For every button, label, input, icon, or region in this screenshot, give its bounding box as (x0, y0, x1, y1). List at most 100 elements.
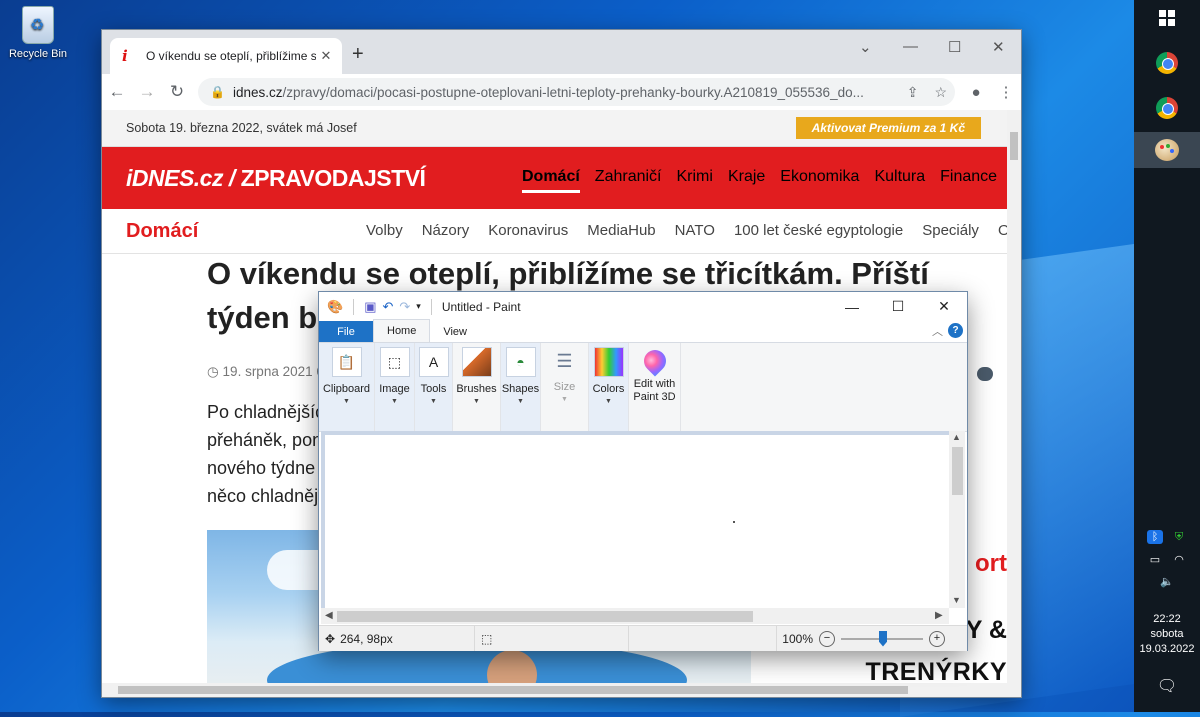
paint-minimize-button[interactable]: — (829, 299, 875, 315)
tab-search-icon[interactable]: ⌄ (859, 38, 872, 56)
file-tab[interactable]: File (319, 321, 373, 342)
logo-text: iDNES.cz (126, 164, 223, 191)
subnav-item[interactable]: Oči (998, 222, 1007, 239)
minimize-button[interactable]: — (903, 38, 918, 55)
paint-statusbar: ✥ 264, 98px ⬚ 100% − + (319, 625, 967, 651)
wifi-icon[interactable]: ◠ (1171, 552, 1187, 566)
new-tab-button[interactable]: + (352, 43, 364, 66)
comment-icon[interactable] (977, 367, 993, 381)
taskbar-chrome[interactable] (1147, 45, 1187, 81)
canvas-vertical-scrollbar[interactable]: ▲ ▼ (949, 431, 965, 608)
scroll-left-icon[interactable]: ◀ (325, 610, 333, 621)
help-icon[interactable]: ? (948, 323, 963, 338)
defender-icon[interactable]: ⛨ (1171, 530, 1187, 544)
nav-item-kultura[interactable]: Kultura (874, 168, 925, 186)
tools-group[interactable]: A Tools ▼ (415, 343, 453, 431)
scroll-up-icon[interactable]: ▲ (952, 432, 961, 442)
site-logo[interactable]: iDNES.cz / ZPRAVODAJSTVÍ (126, 164, 426, 192)
shapes-group[interactable]: ◓ Shapes ▼ (501, 343, 541, 431)
image-group[interactable]: ⬚ Image ▼ (375, 343, 415, 431)
section-title[interactable]: Domácí (126, 220, 198, 243)
subnav-item[interactable]: Speciály (922, 222, 979, 239)
colors-group[interactable]: Colors ▼ (589, 343, 629, 431)
nav-item-krimi[interactable]: Krimi (677, 168, 713, 186)
share-icon[interactable]: ⇪ (907, 84, 919, 101)
paint-app-icon[interactable]: 🎨 (327, 299, 343, 315)
size-icon: ☰ (556, 351, 573, 371)
address-bar[interactable]: 🔒 idnes.cz/zpravy/domaci/pocasi-postupne… (198, 78, 955, 106)
scroll-thumb[interactable] (1010, 132, 1018, 160)
scroll-thumb[interactable] (337, 611, 753, 622)
clipboard-group[interactable]: 📋 Clipboard ▼ (319, 343, 375, 431)
subnav-item[interactable]: Volby (366, 222, 403, 239)
home-tab[interactable]: Home (373, 319, 431, 342)
clock[interactable]: 22:22 sobota 19.03.2022 (1134, 612, 1200, 657)
paint-ribbon: 📋 Clipboard ▼ ⬚ Image ▼ A Tools ▼ Brushe… (319, 343, 967, 432)
menu-kebab-icon[interactable]: ⋮ (991, 83, 1021, 101)
nav-item-ekonomika[interactable]: Ekonomika (780, 168, 859, 186)
ad-text-1: ort (975, 550, 1007, 577)
brushes-group[interactable]: Brushes ▼ (453, 343, 501, 431)
subnav-item[interactable]: NATO (675, 222, 715, 239)
scroll-down-icon[interactable]: ▼ (952, 595, 961, 605)
chevron-down-icon: ▼ (430, 398, 437, 405)
scroll-thumb[interactable] (952, 447, 963, 495)
paint-close-button[interactable]: ✕ (921, 298, 967, 315)
paint-maximize-button[interactable]: ☐ (875, 298, 921, 315)
group-label: Image (379, 383, 410, 395)
volume-icon[interactable]: 🔈 (1159, 574, 1175, 588)
subnav-item[interactable]: Názory (422, 222, 470, 239)
collapse-ribbon-icon[interactable]: ︿ (932, 323, 943, 339)
drawing-canvas[interactable] (325, 435, 949, 608)
page-horizontal-scrollbar[interactable] (102, 683, 1021, 697)
close-tab-icon[interactable]: ✕ (316, 48, 336, 64)
notification-center-icon[interactable]: 🗨 (1134, 676, 1200, 696)
taskbar-paint[interactable] (1134, 132, 1200, 168)
clock-icon: ◷ (207, 364, 219, 379)
canvas-horizontal-scrollbar[interactable]: ◀ ▶ (321, 608, 949, 624)
scroll-thumb[interactable] (118, 686, 908, 694)
profile-avatar-icon[interactable]: ● (961, 84, 991, 101)
scroll-right-icon[interactable]: ▶ (935, 610, 943, 621)
start-button[interactable] (1147, 0, 1187, 36)
paint3d-group[interactable]: Edit with Paint 3D (629, 343, 681, 431)
sub-nav: Volby Názory Koronavirus MediaHub NATO 1… (366, 208, 1007, 252)
page-vertical-scrollbar[interactable] (1007, 110, 1021, 683)
nav-item-kraje[interactable]: Kraje (728, 168, 765, 186)
subnav-item[interactable]: 100 let české egyptologie (734, 222, 903, 239)
zoom-in-button[interactable]: + (929, 630, 945, 647)
nav-item-finance[interactable]: Finance (940, 168, 997, 186)
battery-icon[interactable]: ▭ (1147, 552, 1163, 566)
subnav-item[interactable]: MediaHub (587, 222, 655, 239)
clock-date: 19.03.2022 (1139, 643, 1195, 655)
chrome-icon (1156, 52, 1178, 74)
zoom-slider[interactable] (841, 630, 923, 647)
taskbar-chrome-profile[interactable] (1147, 90, 1187, 126)
redo-icon[interactable]: ↷ (399, 299, 410, 315)
zoom-out-button[interactable]: − (819, 630, 835, 647)
maximize-button[interactable]: ☐ (948, 38, 961, 56)
zoom-slider-knob[interactable] (879, 630, 887, 647)
chevron-down-icon: ▼ (517, 398, 524, 405)
nav-item-zahranici[interactable]: Zahraničí (595, 168, 662, 186)
undo-icon[interactable]: ↶ (382, 299, 393, 315)
back-button[interactable]: ← (102, 82, 132, 102)
paint-ribbon-tabs: File Home View ︿ ? (319, 319, 967, 343)
customize-qa-icon[interactable]: ▾ (416, 301, 421, 312)
close-window-button[interactable]: ✕ (992, 38, 1005, 56)
recycle-bin[interactable]: Recycle Bin (6, 6, 70, 60)
windows-logo-icon (1159, 10, 1175, 26)
forward-button[interactable]: → (132, 82, 162, 102)
lock-icon[interactable]: 🔒 (210, 85, 225, 99)
premium-button[interactable]: Aktivovat Premium za 1 Kč (795, 117, 981, 139)
subnav-item[interactable]: Koronavirus (488, 222, 568, 239)
bookmark-star-icon[interactable]: ☆ (934, 84, 947, 101)
select-icon: ⬚ (379, 347, 410, 377)
reload-button[interactable]: ↻ (162, 82, 192, 102)
browser-tab[interactable]: i O víkendu se oteplí, přiblížime se ✕ (110, 38, 342, 74)
save-icon[interactable]: ▣ (364, 299, 376, 315)
colors-icon (593, 347, 624, 377)
view-tab[interactable]: View (430, 321, 480, 342)
nav-item-domaci[interactable]: Domácí (522, 168, 580, 193)
bluetooth-icon[interactable]: ᛒ (1147, 530, 1163, 544)
